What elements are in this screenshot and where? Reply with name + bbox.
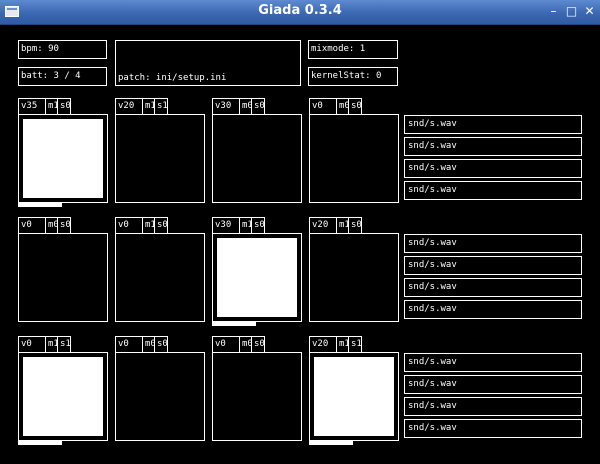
patch-display: patch: ini/setup.ini [115,40,301,86]
sample-button[interactable]: snd/s.wav [404,115,582,134]
volume-label[interactable]: v20 [115,98,143,115]
solo-toggle[interactable]: s0 [57,98,71,115]
minimize-icon[interactable]: – [546,4,561,19]
sample-button[interactable]: snd/s.wav [404,419,582,438]
channel-pad[interactable] [18,114,108,203]
solo-toggle[interactable]: s1 [348,336,362,353]
channel: v35 m1 s0 [18,98,108,207]
progress-bar [309,441,353,445]
volume-label[interactable]: v0 [115,336,143,353]
channel: v0 m0 s0 [212,336,302,441]
solo-toggle[interactable]: s0 [251,217,265,234]
channel-pad[interactable] [18,233,108,322]
progress-bar [18,441,62,445]
channel: v30 m1 s0 [212,217,302,326]
volume-label[interactable]: v0 [309,98,337,115]
sample-button[interactable]: snd/s.wav [404,300,582,319]
volume-label[interactable]: v0 [18,336,46,353]
bpm-display[interactable]: bpm: 90 [18,40,107,59]
title-bar: Giada 0.3.4 – □ ✕ [0,0,600,25]
window-title: Giada 0.3.4 [258,3,342,18]
channel-pad[interactable] [115,233,205,322]
channel: v0 m0 s0 [18,217,108,322]
channel: v20 m1 s1 [309,336,399,445]
volume-label[interactable]: v0 [212,336,240,353]
close-icon[interactable]: ✕ [582,4,597,19]
volume-label[interactable]: v0 [18,217,46,234]
sample-button[interactable]: snd/s.wav [404,256,582,275]
volume-label[interactable]: v20 [309,336,337,353]
channel: v0 m1 s1 [18,336,108,445]
solo-toggle[interactable]: s0 [57,217,71,234]
volume-label[interactable]: v30 [212,217,240,234]
kernelstat-display: kernelStat: 0 [308,67,398,86]
channel-pad[interactable] [212,233,302,322]
channel: v0 m0 s0 [115,336,205,441]
sample-button[interactable]: snd/s.wav [404,137,582,156]
solo-toggle[interactable]: s1 [57,336,71,353]
channel-pad[interactable] [115,114,205,203]
volume-label[interactable]: v20 [309,217,337,234]
sample-button[interactable]: snd/s.wav [404,278,582,297]
solo-toggle[interactable]: s0 [154,336,168,353]
sample-button[interactable]: snd/s.wav [404,397,582,416]
channel: v0 m0 s0 [309,98,399,203]
channel-pad[interactable] [309,233,399,322]
sample-button[interactable]: snd/s.wav [404,181,582,200]
channel: v20 m1 s1 [115,98,205,203]
channel-pad[interactable] [212,352,302,441]
channel-pad[interactable] [309,352,399,441]
maximize-icon[interactable]: □ [564,4,579,19]
solo-toggle[interactable]: s0 [348,217,362,234]
channel: v20 m1 s0 [309,217,399,322]
solo-toggle[interactable]: s0 [154,217,168,234]
sample-button[interactable]: snd/s.wav [404,159,582,178]
channel-pad[interactable] [212,114,302,203]
volume-label[interactable]: v0 [115,217,143,234]
sample-button[interactable]: snd/s.wav [404,234,582,253]
channel-pad[interactable] [115,352,205,441]
progress-bar [18,203,62,207]
channel-pad[interactable] [309,114,399,203]
channel: v30 m0 s0 [212,98,302,203]
sample-button[interactable]: snd/s.wav [404,353,582,372]
volume-label[interactable]: v30 [212,98,240,115]
batt-display[interactable]: batt: 3 / 4 [18,67,107,86]
solo-toggle[interactable]: s1 [154,98,168,115]
volume-label[interactable]: v35 [18,98,46,115]
channel: v0 m1 s0 [115,217,205,322]
solo-toggle[interactable]: s0 [348,98,362,115]
solo-toggle[interactable]: s0 [251,336,265,353]
mixmode-display: mixmode: 1 [308,40,398,59]
sample-button[interactable]: snd/s.wav [404,375,582,394]
progress-bar [212,322,256,326]
solo-toggle[interactable]: s0 [251,98,265,115]
channel-pad[interactable] [18,352,108,441]
